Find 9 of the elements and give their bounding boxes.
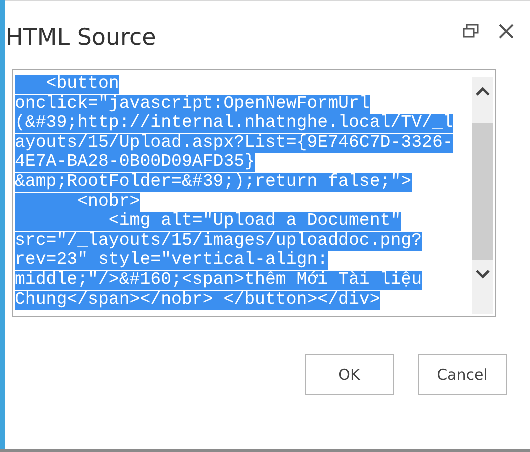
restore-icon[interactable] (463, 24, 479, 38)
cancel-button[interactable]: Cancel (418, 354, 507, 395)
scrollbar-thumb[interactable] (472, 123, 493, 260)
ok-button[interactable]: OK (305, 354, 394, 395)
scrollbar[interactable] (472, 77, 493, 314)
scroll-down-icon[interactable] (476, 270, 490, 279)
scroll-up-icon[interactable] (476, 87, 490, 96)
dialog-title: HTML Source (6, 25, 158, 51)
close-icon[interactable] (499, 24, 514, 38)
